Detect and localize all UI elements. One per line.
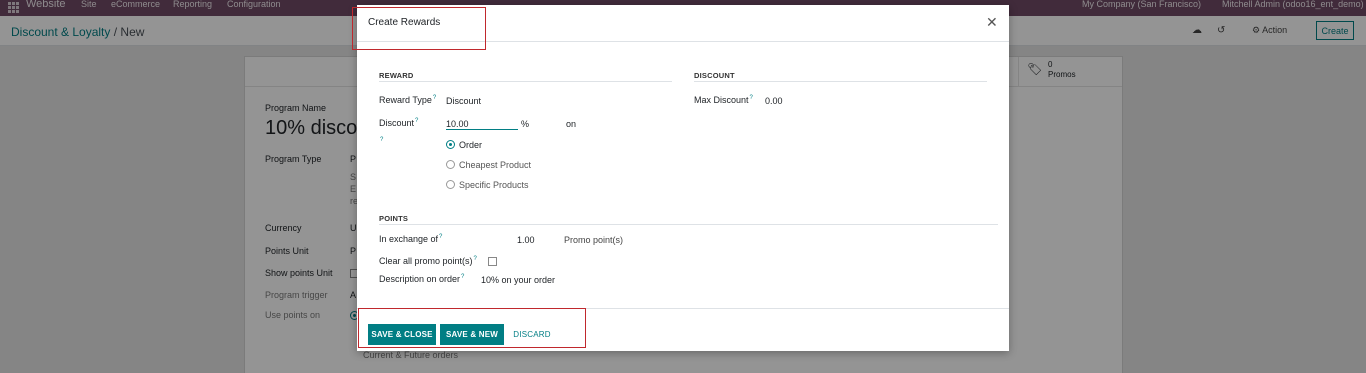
discount-section-divider (694, 81, 987, 82)
points-section-divider (379, 224, 998, 225)
in-exchange-label: In exchange of? (379, 234, 443, 244)
dialog-header: Create Rewards ✕ (357, 5, 1009, 42)
in-exchange-input[interactable]: 1.00 (517, 235, 535, 245)
discount-input[interactable]: 10.00 (446, 119, 469, 129)
help-icon[interactable]: ? (415, 118, 418, 124)
help-icon[interactable]: ? (380, 137, 383, 143)
max-discount-input[interactable]: 0.00 (765, 96, 783, 106)
reward-section-divider (379, 81, 672, 82)
help-icon[interactable]: ? (750, 95, 753, 101)
help-icon[interactable]: ? (474, 256, 477, 262)
discount-section-title: DISCOUNT (694, 71, 735, 80)
description-input[interactable]: 10% on your order (481, 275, 555, 285)
dialog-title: Create Rewards (368, 17, 441, 28)
max-discount-label: Max Discount? (694, 95, 753, 105)
points-section-title: POINTS (379, 214, 409, 223)
clear-points-checkbox[interactable] (488, 257, 497, 266)
apply-on-help: ? (379, 137, 383, 147)
reward-section-title: REWARD (379, 71, 414, 80)
order-radio-label[interactable]: Order (459, 140, 482, 150)
help-icon[interactable]: ? (439, 234, 442, 240)
discount-input-underline (446, 129, 518, 130)
reward-type-select[interactable]: Discount (446, 96, 481, 106)
discard-button[interactable]: DISCARD (509, 324, 555, 345)
in-exchange-unit: Promo point(s) (564, 235, 624, 245)
specific-products-radio[interactable] (446, 180, 455, 189)
cheapest-product-radio-label[interactable]: Cheapest Product (459, 160, 531, 170)
save-new-button[interactable]: SAVE & NEW (440, 324, 504, 345)
help-icon[interactable]: ? (461, 274, 464, 280)
dialog-footer: SAVE & CLOSE SAVE & NEW DISCARD (357, 308, 1009, 351)
order-radio[interactable] (446, 140, 455, 149)
cheapest-product-radio[interactable] (446, 160, 455, 169)
discount-label: Discount? (379, 118, 419, 128)
help-icon[interactable]: ? (433, 95, 436, 101)
save-close-button[interactable]: SAVE & CLOSE (368, 324, 436, 345)
description-label: Description on order? (379, 274, 465, 284)
create-rewards-dialog: Create Rewards ✕ REWARD DISCOUNT Reward … (357, 5, 1009, 351)
reward-type-label: Reward Type? (379, 95, 437, 105)
close-icon[interactable]: ✕ (986, 14, 998, 31)
discount-on-label: on (566, 119, 577, 129)
discount-unit[interactable]: % (521, 119, 529, 129)
clear-points-label: Clear all promo point(s)? (379, 256, 477, 266)
specific-products-radio-label[interactable]: Specific Products (459, 180, 529, 190)
